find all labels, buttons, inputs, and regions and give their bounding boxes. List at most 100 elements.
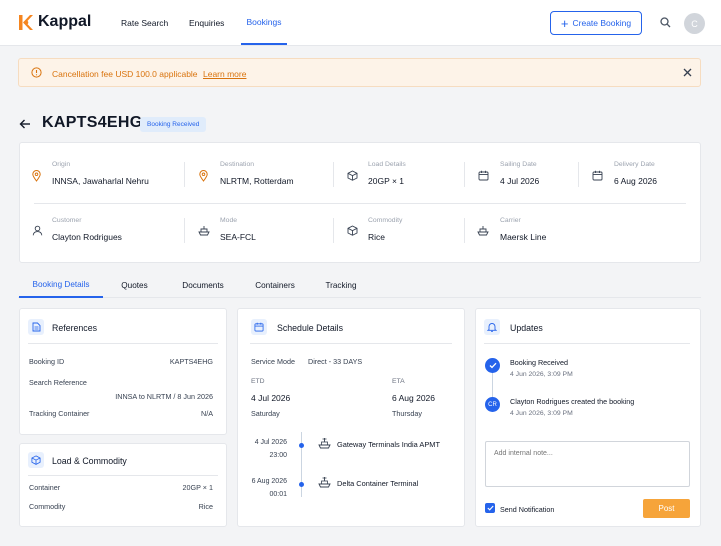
delivery-date-value: 6 Aug 2026 xyxy=(614,176,658,186)
divider xyxy=(34,203,686,204)
tab-tracking[interactable]: Tracking xyxy=(316,272,366,298)
update-2-text: Clayton Rodrigues created the booking xyxy=(510,397,635,406)
timeline-dot xyxy=(299,443,304,448)
service-mode-value: Direct - 33 DAYS xyxy=(308,357,363,366)
stop-2-terminal: Delta Container Terminal xyxy=(337,479,419,488)
customer-value: Clayton Rodrigues xyxy=(52,232,122,242)
destination-value: NLRTM, Rotterdam xyxy=(220,176,294,186)
learn-more-link[interactable]: Learn more xyxy=(203,69,246,79)
brand-name: Kappal xyxy=(38,13,92,30)
divider xyxy=(333,218,334,243)
eta-date: 6 Aug 2026 xyxy=(392,393,436,403)
brand-logo[interactable]: Kappal xyxy=(18,13,91,31)
search-reference-value: INNSA to NLRTM / 8 Jun 2026 xyxy=(115,392,213,401)
etd-date: 4 Jul 2026 xyxy=(251,393,291,403)
box-icon xyxy=(347,170,358,181)
stop-2-time: 00:01 xyxy=(269,491,287,498)
timeline-line xyxy=(301,432,302,497)
alert-message: Cancellation fee USD 100.0 applicable xyxy=(52,69,198,79)
divider xyxy=(28,475,218,476)
commodity-row-value: Rice xyxy=(198,502,213,511)
destination-label: Destination xyxy=(220,161,255,168)
update-1-time: 4 Jun 2026, 3:09 PM xyxy=(510,371,573,378)
sailing-date-value: 4 Jul 2026 xyxy=(500,176,540,186)
sailing-date-label: Sailing Date xyxy=(500,161,537,168)
mode-label: Mode xyxy=(220,217,238,224)
nav-rate-search[interactable]: Rate Search xyxy=(121,0,168,45)
tab-containers[interactable]: Containers xyxy=(247,272,303,298)
location-pin-icon xyxy=(32,170,41,182)
calendar-icon xyxy=(478,170,489,181)
container-label: Container xyxy=(29,483,61,492)
origin-label: Origin xyxy=(52,161,71,168)
mode-value: SEA-FCL xyxy=(220,232,256,242)
create-booking-label: Create Booking xyxy=(572,18,632,28)
port-terminal-icon xyxy=(318,437,331,449)
avatar[interactable]: C xyxy=(684,13,705,34)
divider xyxy=(184,162,185,187)
calendar-icon xyxy=(251,319,267,335)
ship-icon xyxy=(477,225,489,236)
divider xyxy=(28,343,218,344)
create-booking-button[interactable]: + Create Booking xyxy=(550,11,642,35)
booking-id-label: Booking ID xyxy=(29,357,65,366)
timeline-dot xyxy=(299,482,304,487)
divider xyxy=(464,218,465,243)
load-commodity-title: Load & Commodity xyxy=(52,456,127,466)
service-mode-label: Service Mode xyxy=(251,357,295,366)
back-arrow-icon[interactable] xyxy=(19,119,31,129)
stop-2-date: 6 Aug 2026 xyxy=(251,478,287,485)
divider xyxy=(484,343,690,344)
schedule-title: Schedule Details xyxy=(277,323,344,333)
update-1-text: Booking Received xyxy=(510,358,568,367)
load-label: Load Details xyxy=(368,161,406,168)
tab-quotes[interactable]: Quotes xyxy=(112,272,157,298)
delivery-date-label: Delivery Date xyxy=(614,161,655,168)
user-icon xyxy=(32,225,43,236)
internal-note-input[interactable] xyxy=(485,441,690,487)
references-title: References xyxy=(52,323,97,333)
tab-booking-details[interactable]: Booking Details xyxy=(19,272,103,298)
carrier-label: Carrier xyxy=(500,217,521,224)
load-value: 20GP × 1 xyxy=(368,176,404,186)
bell-icon xyxy=(484,319,500,335)
search-icon[interactable] xyxy=(660,17,671,28)
divider xyxy=(250,343,452,344)
container-value: 20GP × 1 xyxy=(182,483,213,492)
timeline-line xyxy=(492,372,493,398)
close-icon[interactable] xyxy=(683,68,692,77)
location-pin-icon xyxy=(199,170,208,182)
nav-enquiries[interactable]: Enquiries xyxy=(189,0,224,45)
tracking-container-value: N/A xyxy=(201,409,213,418)
port-terminal-icon xyxy=(318,476,331,488)
post-button[interactable]: Post xyxy=(643,499,690,518)
nav-bookings[interactable]: Bookings xyxy=(241,0,287,45)
etd-day: Saturday xyxy=(251,409,280,418)
commodity-label: Commodity xyxy=(368,217,403,224)
commodity-value: Rice xyxy=(368,232,386,242)
divider xyxy=(184,218,185,243)
divider xyxy=(464,162,465,187)
tab-documents[interactable]: Documents xyxy=(172,272,234,298)
send-notification-label: Send Notification xyxy=(500,505,555,514)
commodity-row-label: Commodity xyxy=(29,502,66,511)
search-reference-label: Search Reference xyxy=(29,378,87,387)
stop-1-time: 23:00 xyxy=(269,452,287,459)
updates-card xyxy=(475,308,701,527)
info-circle-icon xyxy=(31,67,42,78)
carrier-value: Maersk Line xyxy=(500,232,547,242)
document-icon xyxy=(28,319,44,335)
tracking-container-label: Tracking Container xyxy=(29,409,90,418)
origin-value: INNSA, Jawaharlal Nehru xyxy=(52,176,149,186)
update-2-time: 4 Jun 2026, 3:09 PM xyxy=(510,410,573,417)
check-icon xyxy=(485,358,500,373)
stop-1-terminal: Gateway Terminals India APMT xyxy=(337,440,440,449)
eta-label: ETA xyxy=(392,378,405,385)
send-notification-checkbox[interactable] xyxy=(485,503,495,513)
ship-icon xyxy=(198,225,210,236)
calendar-icon xyxy=(592,170,603,181)
stop-1-date: 4 Jul 2026 xyxy=(254,439,287,446)
booking-id-value: KAPTS4EHG xyxy=(169,357,213,366)
box-icon xyxy=(347,225,358,236)
eta-day: Thursday xyxy=(392,409,422,418)
